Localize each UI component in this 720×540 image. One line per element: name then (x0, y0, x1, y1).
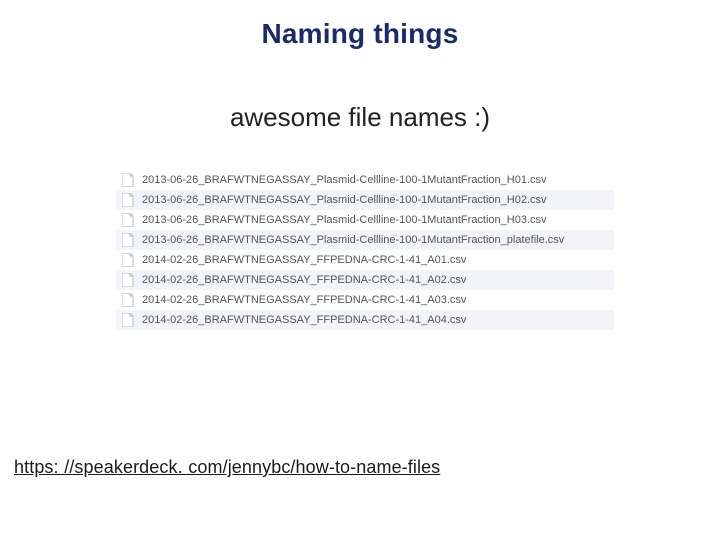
file-icon (122, 173, 134, 187)
file-icon (122, 253, 134, 267)
file-name: 2013-06-26_BRAFWTNEGASSAY_Plasmid-Cellli… (142, 234, 564, 246)
file-name: 2014-02-26_BRAFWTNEGASSAY_FFPEDNA-CRC-1-… (142, 294, 466, 306)
file-icon (122, 193, 134, 207)
file-row: 2013-06-26_BRAFWTNEGASSAY_Plasmid-Cellli… (116, 190, 614, 210)
file-list: 2013-06-26_BRAFWTNEGASSAY_Plasmid-Cellli… (116, 170, 614, 330)
file-row: 2014-02-26_BRAFWTNEGASSAY_FFPEDNA-CRC-1-… (116, 270, 614, 290)
file-row: 2014-02-26_BRAFWTNEGASSAY_FFPEDNA-CRC-1-… (116, 290, 614, 310)
file-icon (122, 233, 134, 247)
slide-title: Naming things (0, 18, 720, 50)
file-name: 2013-06-26_BRAFWTNEGASSAY_Plasmid-Cellli… (142, 174, 547, 186)
citation-link[interactable]: https: //speakerdeck. com/jennybc/how-to… (14, 457, 440, 478)
file-icon (122, 213, 134, 227)
file-icon (122, 273, 134, 287)
file-name: 2014-02-26_BRAFWTNEGASSAY_FFPEDNA-CRC-1-… (142, 254, 466, 266)
file-name: 2014-02-26_BRAFWTNEGASSAY_FFPEDNA-CRC-1-… (142, 274, 466, 286)
file-row: 2013-06-26_BRAFWTNEGASSAY_Plasmid-Cellli… (116, 170, 614, 190)
file-row: 2013-06-26_BRAFWTNEGASSAY_Plasmid-Cellli… (116, 230, 614, 250)
file-name: 2014-02-26_BRAFWTNEGASSAY_FFPEDNA-CRC-1-… (142, 314, 466, 326)
file-row: 2013-06-26_BRAFWTNEGASSAY_Plasmid-Cellli… (116, 210, 614, 230)
file-name: 2013-06-26_BRAFWTNEGASSAY_Plasmid-Cellli… (142, 214, 547, 226)
file-icon (122, 293, 134, 307)
slide: Naming things awesome file names :) 2013… (0, 0, 720, 540)
slide-subtitle: awesome file names :) (0, 102, 720, 133)
file-row: 2014-02-26_BRAFWTNEGASSAY_FFPEDNA-CRC-1-… (116, 250, 614, 270)
file-name: 2013-06-26_BRAFWTNEGASSAY_Plasmid-Cellli… (142, 194, 547, 206)
file-icon (122, 313, 134, 327)
file-row: 2014-02-26_BRAFWTNEGASSAY_FFPEDNA-CRC-1-… (116, 310, 614, 330)
